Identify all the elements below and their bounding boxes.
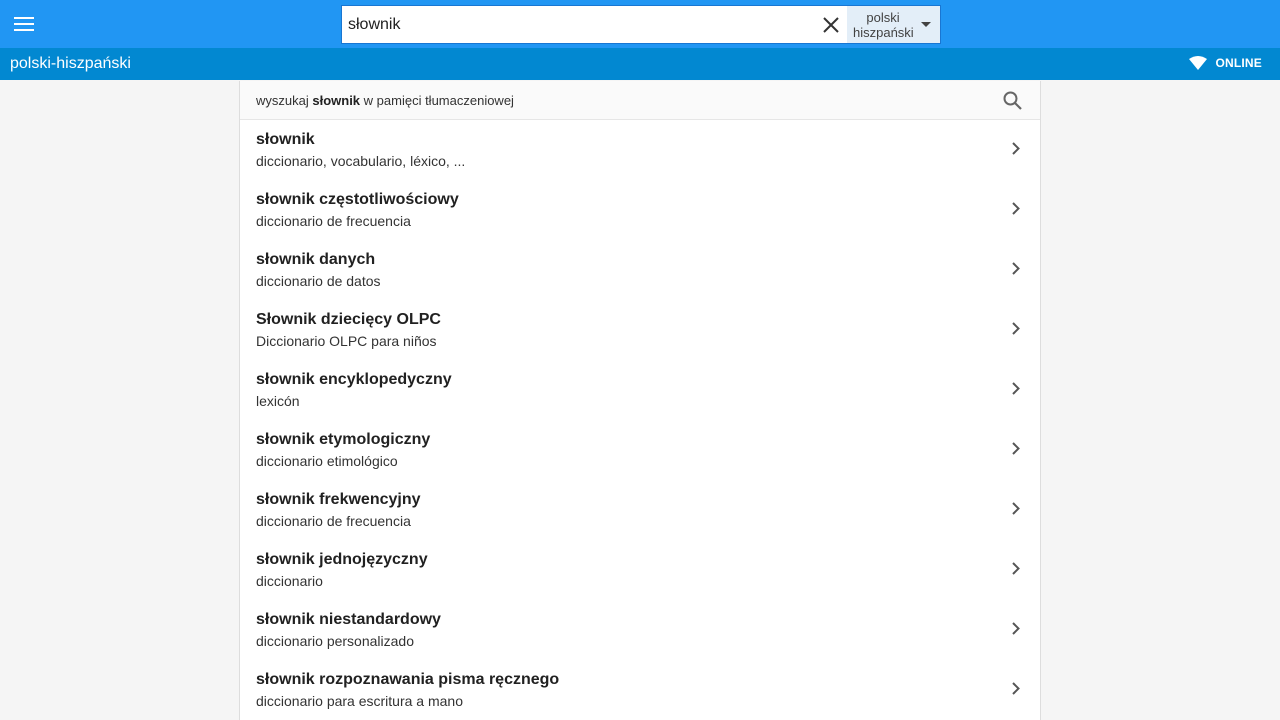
dictionary-title: polski-hiszpański bbox=[10, 55, 131, 72]
result-translation: Diccionario OLPC para niños bbox=[256, 333, 437, 349]
result-item[interactable]: słownik encyklopedyczny lexicón bbox=[240, 360, 1040, 420]
chevron-right-icon bbox=[1012, 442, 1020, 455]
search-icon[interactable] bbox=[1003, 91, 1022, 110]
result-term: słownik encyklopedyczny bbox=[256, 371, 452, 388]
chevron-right-icon bbox=[1012, 202, 1020, 215]
caret-down-icon bbox=[921, 22, 931, 27]
online-status-label: ONLINE bbox=[1215, 56, 1262, 70]
result-term: słownik częstotliwościowy bbox=[256, 191, 459, 208]
result-term: słownik danych bbox=[256, 251, 376, 268]
result-translation: diccionario de datos bbox=[256, 273, 381, 289]
top-app-bar: polski hiszpański bbox=[0, 0, 1280, 48]
result-item[interactable]: słownik jednojęzyczny diccionario bbox=[240, 540, 1040, 600]
clear-search-button[interactable] bbox=[815, 6, 847, 43]
result-term: słownik jednojęzyczny bbox=[256, 551, 428, 568]
translation-memory-text: wyszukaj słownik w pamięci tłumaczeniowe… bbox=[256, 93, 514, 108]
result-translation: diccionario etimológico bbox=[256, 453, 398, 469]
result-translation: diccionario bbox=[256, 573, 323, 589]
chevron-right-icon bbox=[1012, 322, 1020, 335]
chevron-right-icon bbox=[1012, 142, 1020, 155]
search-input[interactable] bbox=[342, 6, 815, 43]
close-icon bbox=[823, 16, 839, 33]
results-panel: wyszukaj słownik w pamięci tłumaczeniowe… bbox=[239, 81, 1041, 720]
result-term: słownik bbox=[256, 131, 315, 148]
result-item[interactable]: słownik niestandardowy diccionario perso… bbox=[240, 600, 1040, 660]
language-pair-label: polski hiszpański bbox=[853, 9, 914, 40]
online-status: ONLINE bbox=[1189, 56, 1262, 70]
result-item[interactable]: słownik rozpoznawania pisma ręcznego dic… bbox=[240, 660, 1040, 720]
menu-button[interactable] bbox=[0, 0, 48, 48]
language-pair-select[interactable]: polski hiszpański bbox=[847, 6, 940, 43]
result-item[interactable]: słownik diccionario, vocabulario, léxico… bbox=[240, 120, 1040, 180]
chevron-right-icon bbox=[1012, 502, 1020, 515]
result-term: Słownik dziecięcy OLPC bbox=[256, 311, 441, 328]
result-term: słownik rozpoznawania pisma ręcznego bbox=[256, 671, 560, 688]
result-item[interactable]: słownik etymologiczny diccionario etimol… bbox=[240, 420, 1040, 480]
result-translation: lexicón bbox=[256, 393, 300, 409]
result-translation: diccionario de frecuencia bbox=[256, 213, 411, 229]
result-term: słownik frekwencyjny bbox=[256, 491, 421, 508]
menu-icon bbox=[14, 17, 34, 31]
search-box: polski hiszpański bbox=[341, 5, 941, 44]
result-term: słownik etymologiczny bbox=[256, 431, 431, 448]
wifi-icon bbox=[1189, 56, 1208, 70]
language-source: polski bbox=[866, 9, 900, 25]
result-translation: diccionario para escritura a mano bbox=[256, 693, 463, 709]
result-translation: diccionario personalizado bbox=[256, 633, 414, 649]
memory-prefix: wyszukaj bbox=[256, 92, 313, 108]
chevron-right-icon bbox=[1012, 562, 1020, 575]
chevron-right-icon bbox=[1012, 262, 1020, 275]
result-item[interactable]: słownik danych diccionario de datos bbox=[240, 240, 1040, 300]
chevron-right-icon bbox=[1012, 382, 1020, 395]
result-item[interactable]: słownik frekwencyjny diccionario de frec… bbox=[240, 480, 1040, 540]
memory-term: słownik bbox=[312, 92, 361, 108]
language-target: hiszpański bbox=[853, 24, 914, 40]
result-translation: diccionario, vocabulario, léxico, ... bbox=[256, 153, 466, 169]
result-term: słownik niestandardowy bbox=[256, 611, 441, 628]
memory-suffix: w pamięci tłumaczeniowej bbox=[360, 92, 514, 108]
chevron-right-icon bbox=[1012, 682, 1020, 695]
chevron-right-icon bbox=[1012, 622, 1020, 635]
result-translation: diccionario de frecuencia bbox=[256, 513, 411, 529]
sub-header: polski-hiszpański ONLINE bbox=[0, 48, 1280, 80]
result-item[interactable]: słownik częstotliwościowy diccionario de… bbox=[240, 180, 1040, 240]
translation-memory-search[interactable]: wyszukaj słownik w pamięci tłumaczeniowe… bbox=[240, 81, 1040, 120]
result-item[interactable]: Słownik dziecięcy OLPC Diccionario OLPC … bbox=[240, 300, 1040, 360]
